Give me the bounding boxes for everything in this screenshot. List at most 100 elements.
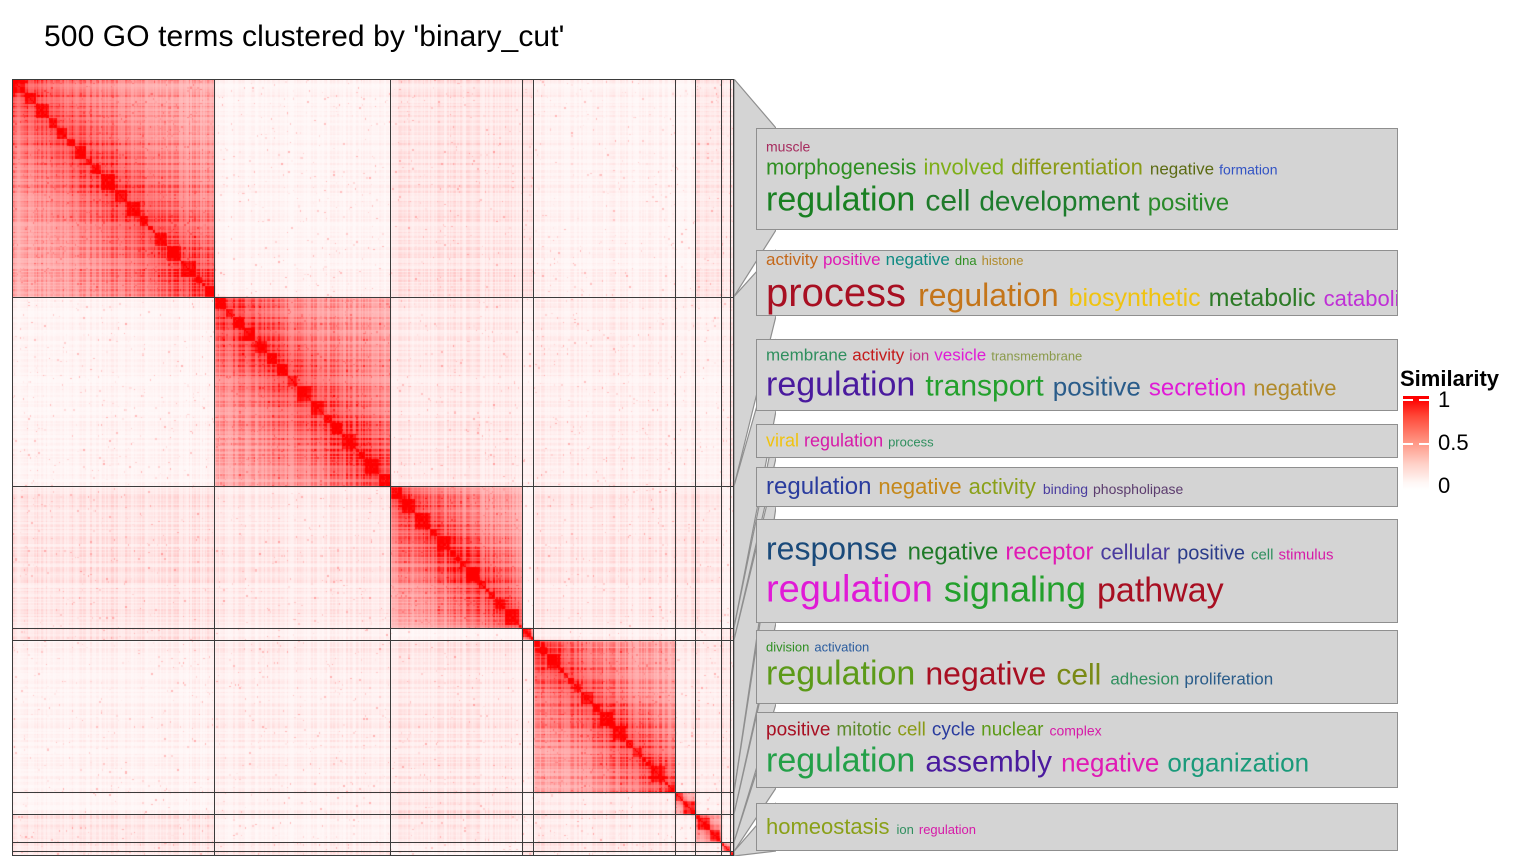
wordcloud-word[interactable]: cell xyxy=(897,719,926,741)
page-title: 500 GO terms clustered by 'binary_cut' xyxy=(44,20,565,53)
wordcloud-content: response negative receptor cellular positive… xyxy=(766,530,1391,611)
wordcloud-line: regulation transport positive secretion nega… xyxy=(766,365,1391,404)
wordcloud-word[interactable]: activity xyxy=(852,345,904,365)
wordcloud-word[interactable]: proliferation xyxy=(1184,660,1273,699)
wordcloud-word[interactable]: viral xyxy=(766,431,799,452)
wordcloud-panel[interactable]: positive mitotic cell cycle nuclear complex re… xyxy=(756,712,1398,788)
wordcloud-word[interactable]: negative xyxy=(886,251,950,270)
wordcloud-word[interactable]: process xyxy=(888,433,934,454)
wordcloud-word[interactable]: regulation xyxy=(766,741,915,780)
wordcloud-content: homeostasis ion regulation xyxy=(766,814,1391,840)
wordcloud-word[interactable]: division xyxy=(766,640,809,655)
wordcloud-word[interactable]: negative xyxy=(1061,743,1159,782)
wordcloud-word[interactable]: stimulus xyxy=(1278,536,1333,573)
wordcloud-line: regulation negative cell adhesion proliferat… xyxy=(766,655,1391,694)
wordcloud-word[interactable]: negative xyxy=(925,655,1046,694)
wordcloud-word[interactable]: cell xyxy=(1251,536,1274,573)
wordcloud-word[interactable]: adhesion xyxy=(1110,660,1179,699)
wordcloud-word[interactable]: positive xyxy=(1053,367,1141,406)
wordcloud-word[interactable]: regulation xyxy=(804,431,883,452)
wordcloud-word[interactable]: secretion xyxy=(1149,368,1246,407)
wordcloud-word[interactable]: response xyxy=(766,530,898,567)
wordcloud-word[interactable]: dna xyxy=(955,251,977,271)
wordcloud-word[interactable]: ion xyxy=(909,346,929,366)
wordcloud-word[interactable]: histone xyxy=(982,251,1024,271)
wordcloud-word[interactable]: complex xyxy=(1049,719,1101,741)
wordcloud-word[interactable]: positive xyxy=(766,719,830,741)
wordcloud-word[interactable]: nuclear xyxy=(981,719,1043,741)
wordcloud-panel[interactable]: division activation regulation negative cell… xyxy=(756,630,1398,704)
wordcloud-word[interactable]: negative xyxy=(1150,157,1214,183)
wordcloud-word[interactable]: catabolic xyxy=(1324,276,1397,315)
wordcloud-word[interactable]: negative xyxy=(1253,368,1336,407)
wordcloud-word[interactable]: regulation xyxy=(766,473,871,501)
legend-tick-mark xyxy=(1419,443,1429,445)
wordcloud-word[interactable]: formation xyxy=(1219,158,1277,184)
wordcloud-content: muscle morphogenesis involved differentiati… xyxy=(766,138,1391,219)
wordcloud-word[interactable]: homeostasis xyxy=(766,814,890,840)
wordcloud-word[interactable]: muscle xyxy=(766,138,810,154)
wordcloud-word[interactable]: transport xyxy=(925,366,1043,405)
wordcloud-line: muscle xyxy=(766,138,1391,154)
wordcloud-word[interactable]: cell xyxy=(1056,656,1101,695)
cluster-divider-vertical xyxy=(390,79,392,856)
wordcloud-word[interactable]: differentiation xyxy=(1011,155,1143,181)
wordcloud-word[interactable]: mitotic xyxy=(836,719,891,741)
wordcloud-panel[interactable]: response negative receptor cellular positive… xyxy=(756,519,1398,623)
wordcloud-panel[interactable]: membrane activity ion vesicle transmembrane r… xyxy=(756,339,1398,411)
wordcloud-panel[interactable]: muscle morphogenesis involved differentiati… xyxy=(756,128,1398,230)
wordcloud-word[interactable]: process xyxy=(766,270,906,315)
wordcloud-word[interactable]: regulation xyxy=(766,655,915,694)
wordcloud-line: homeostasis ion regulation xyxy=(766,814,1391,840)
wordcloud-word[interactable]: biosynthetic xyxy=(1069,275,1201,315)
wordcloud-panel[interactable]: homeostasis ion regulation xyxy=(756,803,1398,851)
wordcloud-word[interactable]: regulation xyxy=(918,272,1059,315)
cluster-divider-horizontal xyxy=(12,296,734,298)
wordcloud-content: positive mitotic cell cycle nuclear complex re… xyxy=(766,719,1391,780)
cluster-divider-horizontal xyxy=(12,486,734,488)
wordcloud-line: viral regulation process xyxy=(766,431,1391,452)
wordcloud-word[interactable]: cell xyxy=(925,181,970,220)
wordcloud-word[interactable]: assembly xyxy=(925,742,1052,781)
wordcloud-line: positive mitotic cell cycle nuclear complex xyxy=(766,719,1391,741)
wordcloud-word[interactable]: signaling xyxy=(944,568,1086,612)
wordcloud-word[interactable]: metabolic xyxy=(1209,275,1316,315)
wordcloud-word[interactable]: vesicle xyxy=(934,345,986,365)
wordcloud-word[interactable]: positive xyxy=(823,251,881,270)
wordcloud-content: membrane activity ion vesicle transmembrane r… xyxy=(766,345,1391,404)
wordcloud-word[interactable]: development xyxy=(979,181,1139,220)
wordcloud-word[interactable]: transmembrane xyxy=(991,346,1082,366)
wordcloud-word[interactable]: involved xyxy=(923,155,1004,181)
wordcloud-panel[interactable]: activity positive negative dna histone proces… xyxy=(756,250,1398,316)
wordcloud-word[interactable]: activation xyxy=(814,640,869,655)
wordcloud-word[interactable]: negative xyxy=(908,533,999,570)
wordcloud-word[interactable]: membrane xyxy=(766,345,847,365)
wordcloud-word[interactable]: regulation xyxy=(766,180,915,219)
wordcloud-word[interactable]: receptor xyxy=(1005,533,1093,570)
wordcloud-word[interactable]: pathway xyxy=(1097,569,1224,613)
wordcloud-line: regulation cell development positive xyxy=(766,180,1391,219)
wordcloud-panel[interactable]: viral regulation process xyxy=(756,424,1398,458)
wordcloud-word[interactable]: morphogenesis xyxy=(766,155,916,181)
heatmap-matrix[interactable] xyxy=(12,79,734,856)
wordcloud-word[interactable]: negative xyxy=(878,473,961,501)
wordcloud-word[interactable]: ion xyxy=(897,817,914,843)
wordcloud-word[interactable]: positive xyxy=(1148,183,1229,222)
wordcloud-word[interactable]: activity xyxy=(969,473,1036,501)
cluster-divider-horizontal xyxy=(12,842,734,843)
wordcloud-word[interactable]: phospholipase xyxy=(1093,476,1183,504)
wordcloud-word[interactable]: regulation xyxy=(766,568,933,612)
wordcloud-word[interactable]: regulation xyxy=(919,817,976,843)
cluster-divider-horizontal xyxy=(12,639,734,641)
wordcloud-panel[interactable]: regulation negative activity binding phospho… xyxy=(756,467,1398,507)
wordcloud-word[interactable]: cycle xyxy=(932,719,975,741)
wordcloud-word[interactable]: organization xyxy=(1167,743,1309,782)
wordcloud-word[interactable]: cellular xyxy=(1100,533,1170,570)
similarity-heatmap[interactable] xyxy=(12,79,734,856)
wordcloud-line: membrane activity ion vesicle transmembrane xyxy=(766,345,1391,365)
wordcloud-content: activity positive negative dna histone proces… xyxy=(766,251,1397,315)
wordcloud-content: viral regulation process xyxy=(766,431,1391,452)
wordcloud-word[interactable]: regulation xyxy=(766,365,915,404)
wordcloud-word[interactable]: activity xyxy=(766,251,818,270)
wordcloud-word[interactable]: binding xyxy=(1043,476,1088,504)
